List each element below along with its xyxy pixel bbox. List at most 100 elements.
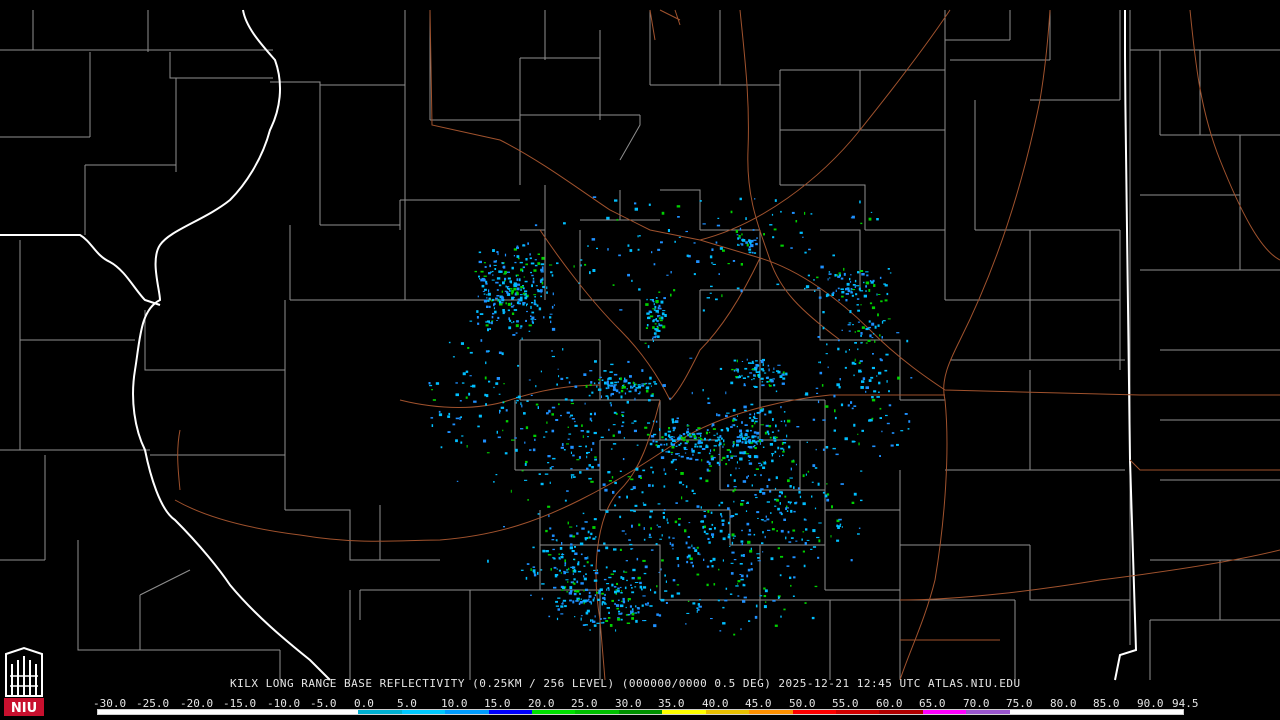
echo-pixel <box>621 386 624 389</box>
echo-pixel <box>542 549 546 553</box>
echo-pixel <box>696 445 699 448</box>
echo-pixel <box>429 384 433 387</box>
echo-pixel <box>865 386 869 389</box>
echo-pixel <box>740 436 742 439</box>
echo-pixel <box>768 410 772 414</box>
echo-pixel <box>742 239 746 242</box>
echo-pixel <box>637 386 641 389</box>
echo-pixel <box>622 600 626 604</box>
echo-pixel <box>670 460 674 464</box>
echo-pixel <box>771 453 773 457</box>
echo-pixel <box>504 311 506 313</box>
echo-pixel <box>671 543 674 547</box>
echo-pixel <box>775 476 778 480</box>
echo-pixel <box>719 529 723 533</box>
echo-pixel <box>710 511 713 514</box>
echo-pixel <box>661 559 664 562</box>
echo-pixel <box>452 423 456 426</box>
echo-pixel <box>531 320 534 323</box>
echo-pixel <box>570 414 573 417</box>
echo-pixel <box>703 510 706 512</box>
echo-pixel <box>622 415 625 417</box>
echo-pixel <box>825 353 828 355</box>
echo-pixel <box>746 574 749 578</box>
echo-pixel <box>767 529 771 531</box>
echo-pixel <box>537 262 541 265</box>
radar-map[interactable] <box>0 0 1280 720</box>
echo-pixel <box>853 492 857 496</box>
echo-pixel <box>790 537 794 539</box>
echo-pixel <box>749 549 753 553</box>
echo-pixel <box>630 548 633 550</box>
echo-pixel <box>615 389 619 393</box>
echo-pixel <box>810 213 813 215</box>
echo-pixel <box>782 439 787 441</box>
echo-pixel <box>534 319 537 320</box>
echo-pixel <box>697 552 700 555</box>
echo-pixel <box>807 470 810 473</box>
echo-pixel <box>907 428 910 430</box>
echo-pixel <box>643 538 646 541</box>
echo-pixel <box>752 251 754 254</box>
echo-pixel <box>621 411 625 413</box>
echo-pixel <box>861 326 865 329</box>
echo-pixel <box>549 481 551 484</box>
echo-pixel <box>754 198 756 200</box>
echo-pixel <box>748 620 751 622</box>
echo-pixel <box>632 486 636 490</box>
echo-pixel <box>689 357 693 359</box>
echo-pixel <box>774 450 777 453</box>
echo-pixel <box>525 319 527 322</box>
echo-pixel <box>611 476 614 479</box>
echo-pixel <box>716 432 718 435</box>
echo-pixel <box>594 615 596 618</box>
echo-pixel <box>598 382 600 384</box>
echo-pixel <box>645 389 649 393</box>
niu-logo[interactable]: NIU <box>2 646 46 718</box>
echo-pixel <box>510 305 514 308</box>
echo-pixel <box>566 568 568 571</box>
echo-pixel <box>642 595 646 597</box>
echo-pixel <box>712 456 716 459</box>
echo-pixel <box>662 384 666 387</box>
echo-pixel <box>655 440 658 443</box>
echo-pixel <box>736 461 738 464</box>
echo-pixel <box>562 348 564 351</box>
echo-pixel <box>666 443 668 446</box>
echo-pixel <box>507 292 509 295</box>
echo-pixel <box>753 252 757 254</box>
echo-pixel <box>431 389 433 391</box>
echo-pixel <box>754 422 756 425</box>
echo-pixel <box>504 253 507 257</box>
echo-pixel <box>715 298 718 301</box>
echo-pixel <box>812 546 817 548</box>
echo-pixel <box>511 289 514 293</box>
echo-pixel <box>714 527 716 530</box>
echo-pixel <box>559 547 563 550</box>
echo-pixel <box>667 430 672 433</box>
echo-pixel <box>551 350 553 352</box>
echo-pixel <box>806 441 808 443</box>
echo-pixel <box>789 576 792 579</box>
echo-pixel <box>764 535 766 539</box>
echo-pixel <box>606 583 610 585</box>
echo-pixel <box>860 304 862 306</box>
echo-pixel <box>865 342 868 344</box>
echo-pixel <box>736 425 738 428</box>
echo-pixel <box>534 264 538 267</box>
echo-pixel <box>628 390 632 393</box>
echo-pixel <box>639 391 641 394</box>
echo-pixel <box>592 269 596 272</box>
echo-pixel <box>817 336 821 338</box>
echo-pixel <box>585 445 587 448</box>
echo-pixel <box>827 366 829 369</box>
echo-pixel <box>844 437 848 441</box>
echo-pixel <box>746 429 749 433</box>
scale-swatch <box>1139 710 1184 714</box>
echo-pixel <box>500 299 503 301</box>
echo-pixel <box>579 542 584 546</box>
echo-pixel <box>603 542 606 545</box>
echo-pixel <box>730 426 733 428</box>
echo-pixel <box>686 560 689 564</box>
echo-pixel <box>703 530 706 533</box>
